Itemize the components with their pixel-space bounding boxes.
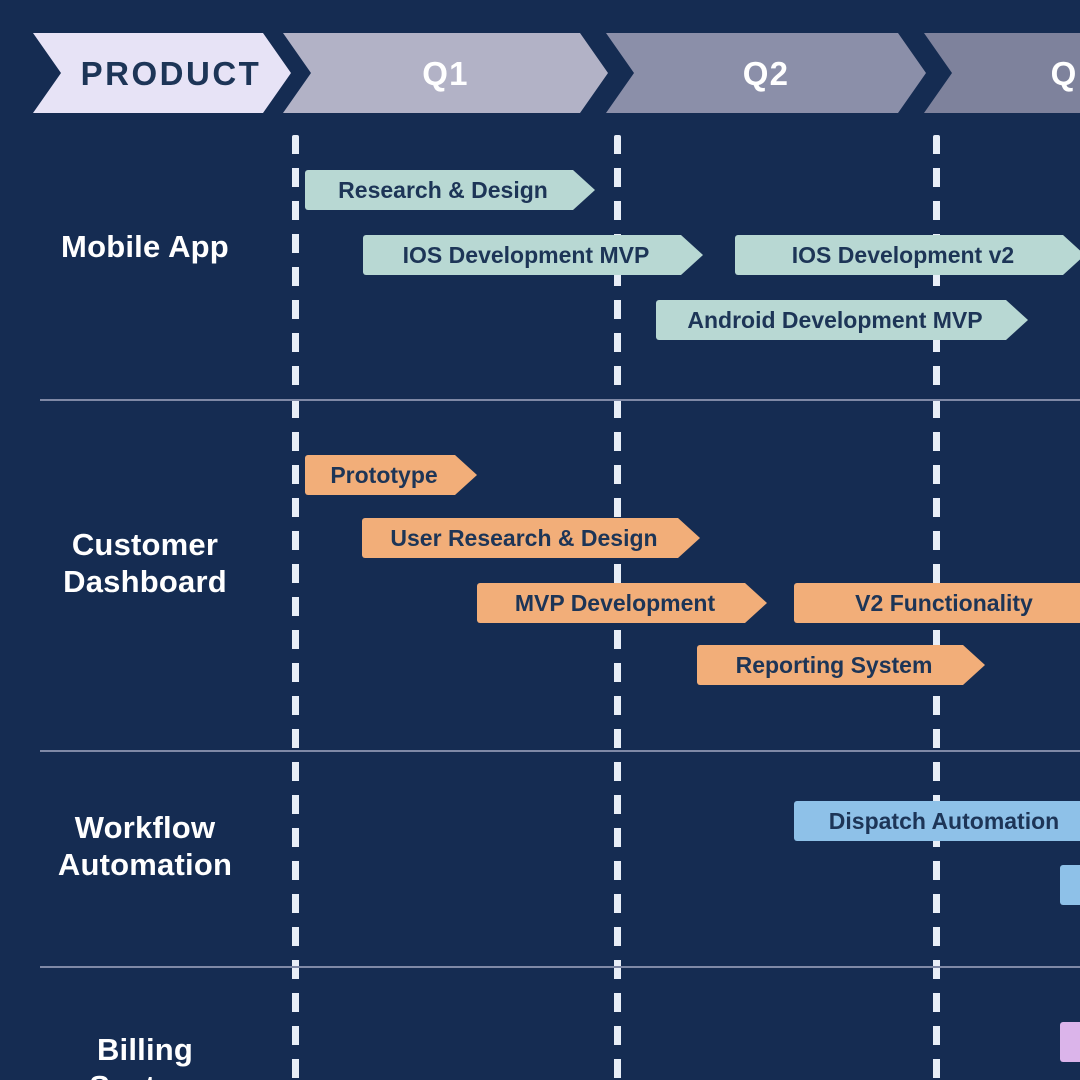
- row-label-line: System: [0, 1069, 290, 1080]
- row-label-line: Dashboard: [63, 563, 227, 599]
- product-roadmap-timeline: PRODUCT Q1 Q2 Q Mobile App Customer Dashboard…: [0, 0, 1080, 1080]
- task-bar-ios-development-mvp[interactable]: IOS Development MVP: [363, 235, 703, 275]
- header-cell-q2[interactable]: Q2: [606, 33, 926, 113]
- row-label-line: Customer: [71, 527, 219, 562]
- row-label-customer-dashboard: Customer Dashboard: [0, 527, 290, 600]
- row-label-workflow-automation: Workflow Automation: [0, 810, 290, 883]
- header-cell-q1[interactable]: Q1: [283, 33, 608, 113]
- task-bar-prototype[interactable]: Prototype: [305, 455, 477, 495]
- header-label-q1: Q1: [422, 54, 469, 92]
- quarter-divider-1: [292, 135, 299, 1080]
- row-label-mobile-app: Mobile App: [0, 229, 290, 266]
- task-bar-research-and-design[interactable]: Research & Design: [305, 170, 595, 210]
- task-label-user-research-design: User Research & Design: [390, 524, 658, 551]
- header-label-product: PRODUCT: [80, 54, 262, 92]
- header-label-q2: Q2: [742, 54, 790, 92]
- header-cell-product[interactable]: PRODUCT: [33, 33, 291, 113]
- task-bar-mvp-development[interactable]: MVP Development: [477, 583, 767, 623]
- task-bar-dispatch-automation[interactable]: Dispatch Automation: [794, 801, 1080, 841]
- task-label-research-and-design: Research & Design: [338, 176, 548, 203]
- task-label-prototype: Prototype: [330, 461, 438, 488]
- task-bar-billing-task-1[interactable]: [1060, 1022, 1080, 1062]
- task-bar-ios-development-v2[interactable]: IOS Development v2: [735, 235, 1080, 275]
- task-bar-android-development-mvp[interactable]: Android Development MVP: [656, 300, 1028, 340]
- row-divider-2: [40, 750, 1080, 752]
- task-label-mvp-development: MVP Development: [514, 589, 716, 616]
- row-label-line: Workflow: [74, 810, 216, 845]
- task-bar-v2-functionality[interactable]: V2 Functionality: [794, 583, 1080, 623]
- row-label-billing-system: Billing System: [0, 1032, 290, 1080]
- row-label-line: Mobile App: [61, 229, 229, 264]
- task-label-reporting-system: Reporting System: [735, 651, 933, 678]
- row-label-line: Billing: [96, 1032, 194, 1067]
- task-label-ios-development-v2: IOS Development v2: [791, 241, 1015, 268]
- task-bar-reporting-system[interactable]: Reporting System: [697, 645, 985, 685]
- task-bar-workflow-task-2[interactable]: [1060, 865, 1080, 905]
- header-cell-q3[interactable]: Q: [924, 33, 1080, 113]
- row-divider-1: [40, 399, 1080, 401]
- timeline-header: PRODUCT Q1 Q2 Q: [0, 33, 1080, 113]
- task-label-v2-functionality: V2 Functionality: [855, 589, 1033, 616]
- row-label-line: Automation: [57, 846, 233, 882]
- task-label-dispatch-automation: Dispatch Automation: [828, 807, 1060, 834]
- task-label-ios-development-mvp: IOS Development MVP: [402, 241, 650, 268]
- task-bar-user-research-design[interactable]: User Research & Design: [362, 518, 700, 558]
- task-label-android-development-mvp: Android Development MVP: [687, 306, 983, 333]
- header-label-q3: Q: [1050, 54, 1078, 92]
- row-divider-3: [40, 966, 1080, 968]
